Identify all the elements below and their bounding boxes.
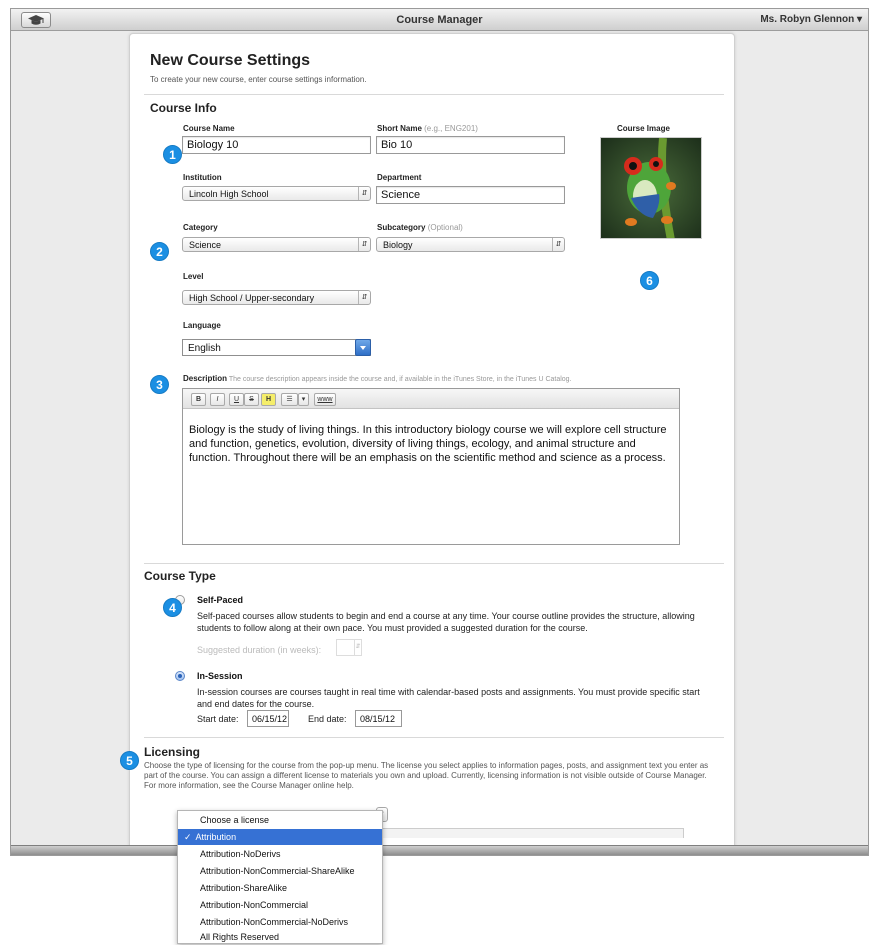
subcategory-value: Biology — [383, 240, 413, 250]
self-paced-title: Self-Paced — [197, 595, 244, 605]
license-option-selected[interactable]: ✓ Attribution — [178, 829, 382, 845]
page-title: New Course Settings — [150, 52, 311, 69]
license-option[interactable]: Attribution-NonCommercial-ShareAlike — [178, 863, 382, 879]
course-image-label: Course Image — [617, 124, 670, 133]
license-option[interactable]: Attribution-ShareAlike — [178, 880, 382, 896]
settings-panel: New Course Settings To create your new c… — [129, 33, 735, 853]
underline-button[interactable]: U — [229, 393, 244, 406]
description-hint: The course description appears inside th… — [228, 376, 572, 383]
bottom-bar — [11, 845, 868, 855]
app-title: Course Manager — [396, 14, 483, 26]
license-option[interactable]: Choose a license — [178, 812, 382, 828]
highlight-button[interactable]: H — [261, 393, 276, 406]
divider — [144, 737, 724, 738]
license-preview-box — [376, 828, 684, 838]
department-label: Department — [377, 173, 422, 182]
in-session-title: In-Session — [197, 671, 243, 681]
description-label: Description — [183, 374, 228, 383]
course-name-input[interactable]: Biology 10 — [182, 136, 371, 154]
section-licensing: Licensing — [144, 745, 201, 759]
title-bar: Course Manager Ms. Robyn Glennon ▾ — [11, 9, 868, 31]
page-subtitle: To create your new course, enter course … — [150, 75, 367, 84]
subcategory-label: Subcategory (Optional) — [377, 223, 463, 232]
short-name-input[interactable]: Bio 10 — [376, 136, 565, 154]
department-input[interactable]: Science — [376, 186, 565, 204]
description-label-row: Description The course description appea… — [183, 374, 572, 383]
callout-3: 3 — [150, 375, 169, 394]
institution-select[interactable]: Lincoln High School ⇵ — [182, 186, 371, 201]
license-option[interactable]: Attribution-NonCommercial — [178, 897, 382, 913]
editor-toolbar: B I U S H ☰ ▾ www — [183, 389, 679, 409]
category-value: Science — [189, 240, 222, 250]
checkmark-icon: ✓ — [184, 832, 192, 842]
language-select[interactable]: English — [182, 339, 371, 356]
chevron-down-icon — [355, 339, 371, 356]
course-image[interactable] — [600, 137, 702, 239]
user-menu[interactable]: Ms. Robyn Glennon ▾ — [760, 14, 862, 25]
select-arrows-icon: ⇵ — [358, 238, 370, 251]
level-value: High School / Upper-secondary — [189, 293, 315, 303]
callout-2: 2 — [150, 242, 169, 261]
course-name-label: Course Name — [183, 124, 235, 133]
level-label: Level — [183, 272, 204, 281]
self-paced-text: Self-paced courses allow students to beg… — [197, 611, 695, 633]
short-name-label: Short Name (e.g., ENG201) — [377, 124, 478, 133]
license-option[interactable]: Attribution-NoDerivs — [178, 846, 382, 862]
description-text[interactable]: Biology is the study of living things. I… — [189, 423, 669, 465]
stepper-arrows-icon: ⇵ — [354, 640, 361, 655]
start-date-input[interactable]: 06/15/12 — [247, 710, 289, 727]
select-arrows-icon: ⇵ — [552, 238, 564, 251]
duration-stepper[interactable]: ⇵ — [336, 639, 362, 656]
institution-label: Institution — [183, 173, 222, 182]
in-session-text: In-session courses are courses taught in… — [197, 687, 700, 709]
callout-4: 4 — [163, 598, 182, 617]
licensing-text: Choose the type of licensing for the cou… — [144, 761, 709, 790]
link-button[interactable]: www — [314, 393, 336, 406]
language-label: Language — [183, 321, 221, 330]
end-date-input[interactable]: 08/15/12 — [355, 710, 402, 727]
select-arrows-icon: ⇵ — [358, 291, 370, 304]
divider — [144, 94, 724, 95]
license-dropdown[interactable]: Choose a license ✓ Attribution Attributio… — [177, 810, 383, 944]
subcategory-select[interactable]: Biology ⇵ — [376, 237, 565, 252]
callout-6: 6 — [640, 271, 659, 290]
category-select[interactable]: Science ⇵ — [182, 237, 371, 252]
description-editor[interactable]: B I U S H ☰ ▾ www Biology is the study o… — [182, 388, 680, 545]
bulleted-list-icon[interactable]: ☰ — [281, 393, 298, 406]
callout-5: 5 — [120, 751, 139, 770]
end-date-label: End date: — [308, 714, 347, 724]
in-session-radio[interactable] — [175, 671, 185, 681]
callout-1: 1 — [163, 145, 182, 164]
license-option-label: Attribution — [195, 832, 237, 842]
duration-label: Suggested duration (in weeks): — [197, 645, 322, 655]
italic-button[interactable]: I — [210, 393, 225, 406]
bold-button[interactable]: B — [191, 393, 206, 406]
section-course-type: Course Type — [144, 569, 216, 583]
license-option[interactable]: Attribution-NonCommercial-NoDerivs — [178, 914, 382, 930]
select-arrows-icon: ⇵ — [358, 187, 370, 200]
section-course-info: Course Info — [150, 101, 217, 115]
list-menu-button[interactable]: ▾ — [298, 393, 309, 406]
category-label: Category — [183, 223, 218, 232]
license-option[interactable]: All Rights Reserved — [178, 929, 382, 945]
language-value: English — [188, 343, 221, 354]
divider — [144, 563, 724, 564]
start-date-label: Start date: — [197, 714, 239, 724]
level-select[interactable]: High School / Upper-secondary ⇵ — [182, 290, 371, 305]
institution-value: Lincoln High School — [189, 189, 269, 199]
strikethrough-button[interactable]: S — [244, 393, 259, 406]
app-window: Course Manager Ms. Robyn Glennon ▾ New C… — [10, 8, 869, 856]
